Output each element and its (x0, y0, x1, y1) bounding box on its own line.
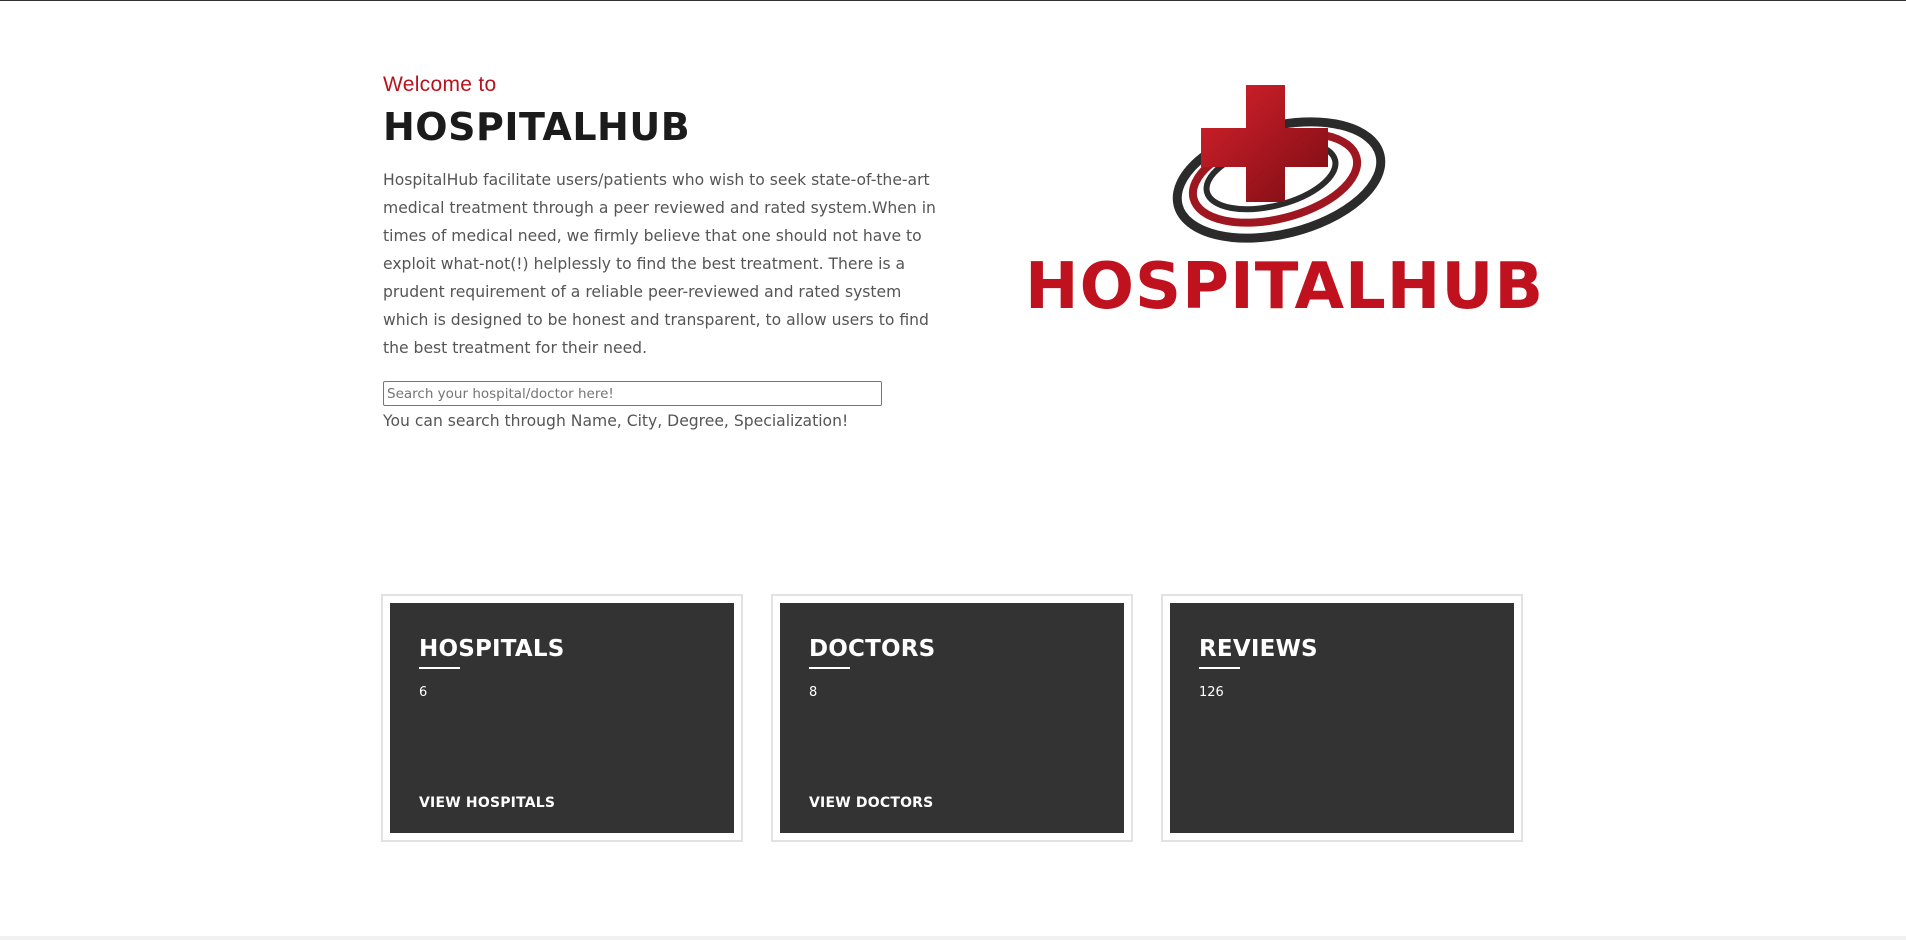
title-underline (1199, 667, 1240, 669)
search-hint: You can search through Name, City, Degre… (383, 412, 849, 430)
stat-title: DOCTORS (809, 636, 936, 662)
stat-count: 8 (809, 685, 818, 700)
stat-panel: HOSPITALS 6 VIEW HOSPITALS (390, 603, 734, 833)
top-divider (0, 0, 1906, 1)
logo-wordmark: HOSPITALHUB (1025, 250, 1545, 324)
view-hospitals-link[interactable]: VIEW HOSPITALS (419, 795, 555, 811)
stat-title: HOSPITALS (419, 636, 565, 662)
welcome-text: Welcome to (383, 73, 497, 96)
page-title: HOSPITALHUB (383, 105, 691, 149)
stat-panel: REVIEWS 126 (1170, 603, 1514, 833)
title-underline (809, 667, 850, 669)
stat-title: REVIEWS (1199, 636, 1318, 662)
hero-description: HospitalHub facilitate users/patients wh… (383, 171, 936, 357)
stat-count: 126 (1199, 685, 1224, 700)
title-underline (419, 667, 460, 669)
stat-card-doctors: DOCTORS 8 VIEW DOCTORS (771, 594, 1133, 842)
stat-count: 6 (419, 685, 428, 700)
view-doctors-link[interactable]: VIEW DOCTORS (809, 795, 933, 811)
search-input[interactable] (383, 381, 882, 406)
stat-card-hospitals: HOSPITALS 6 VIEW HOSPITALS (381, 594, 743, 842)
stat-panel: DOCTORS 8 VIEW DOCTORS (780, 603, 1124, 833)
hospitalhub-logo: HOSPITALHUB (1025, 82, 1545, 324)
stat-card-reviews: REVIEWS 126 (1161, 594, 1523, 842)
hero-section: Welcome to HOSPITALHUB HospitalHub facil… (383, 72, 943, 362)
footer-divider (0, 936, 1906, 940)
